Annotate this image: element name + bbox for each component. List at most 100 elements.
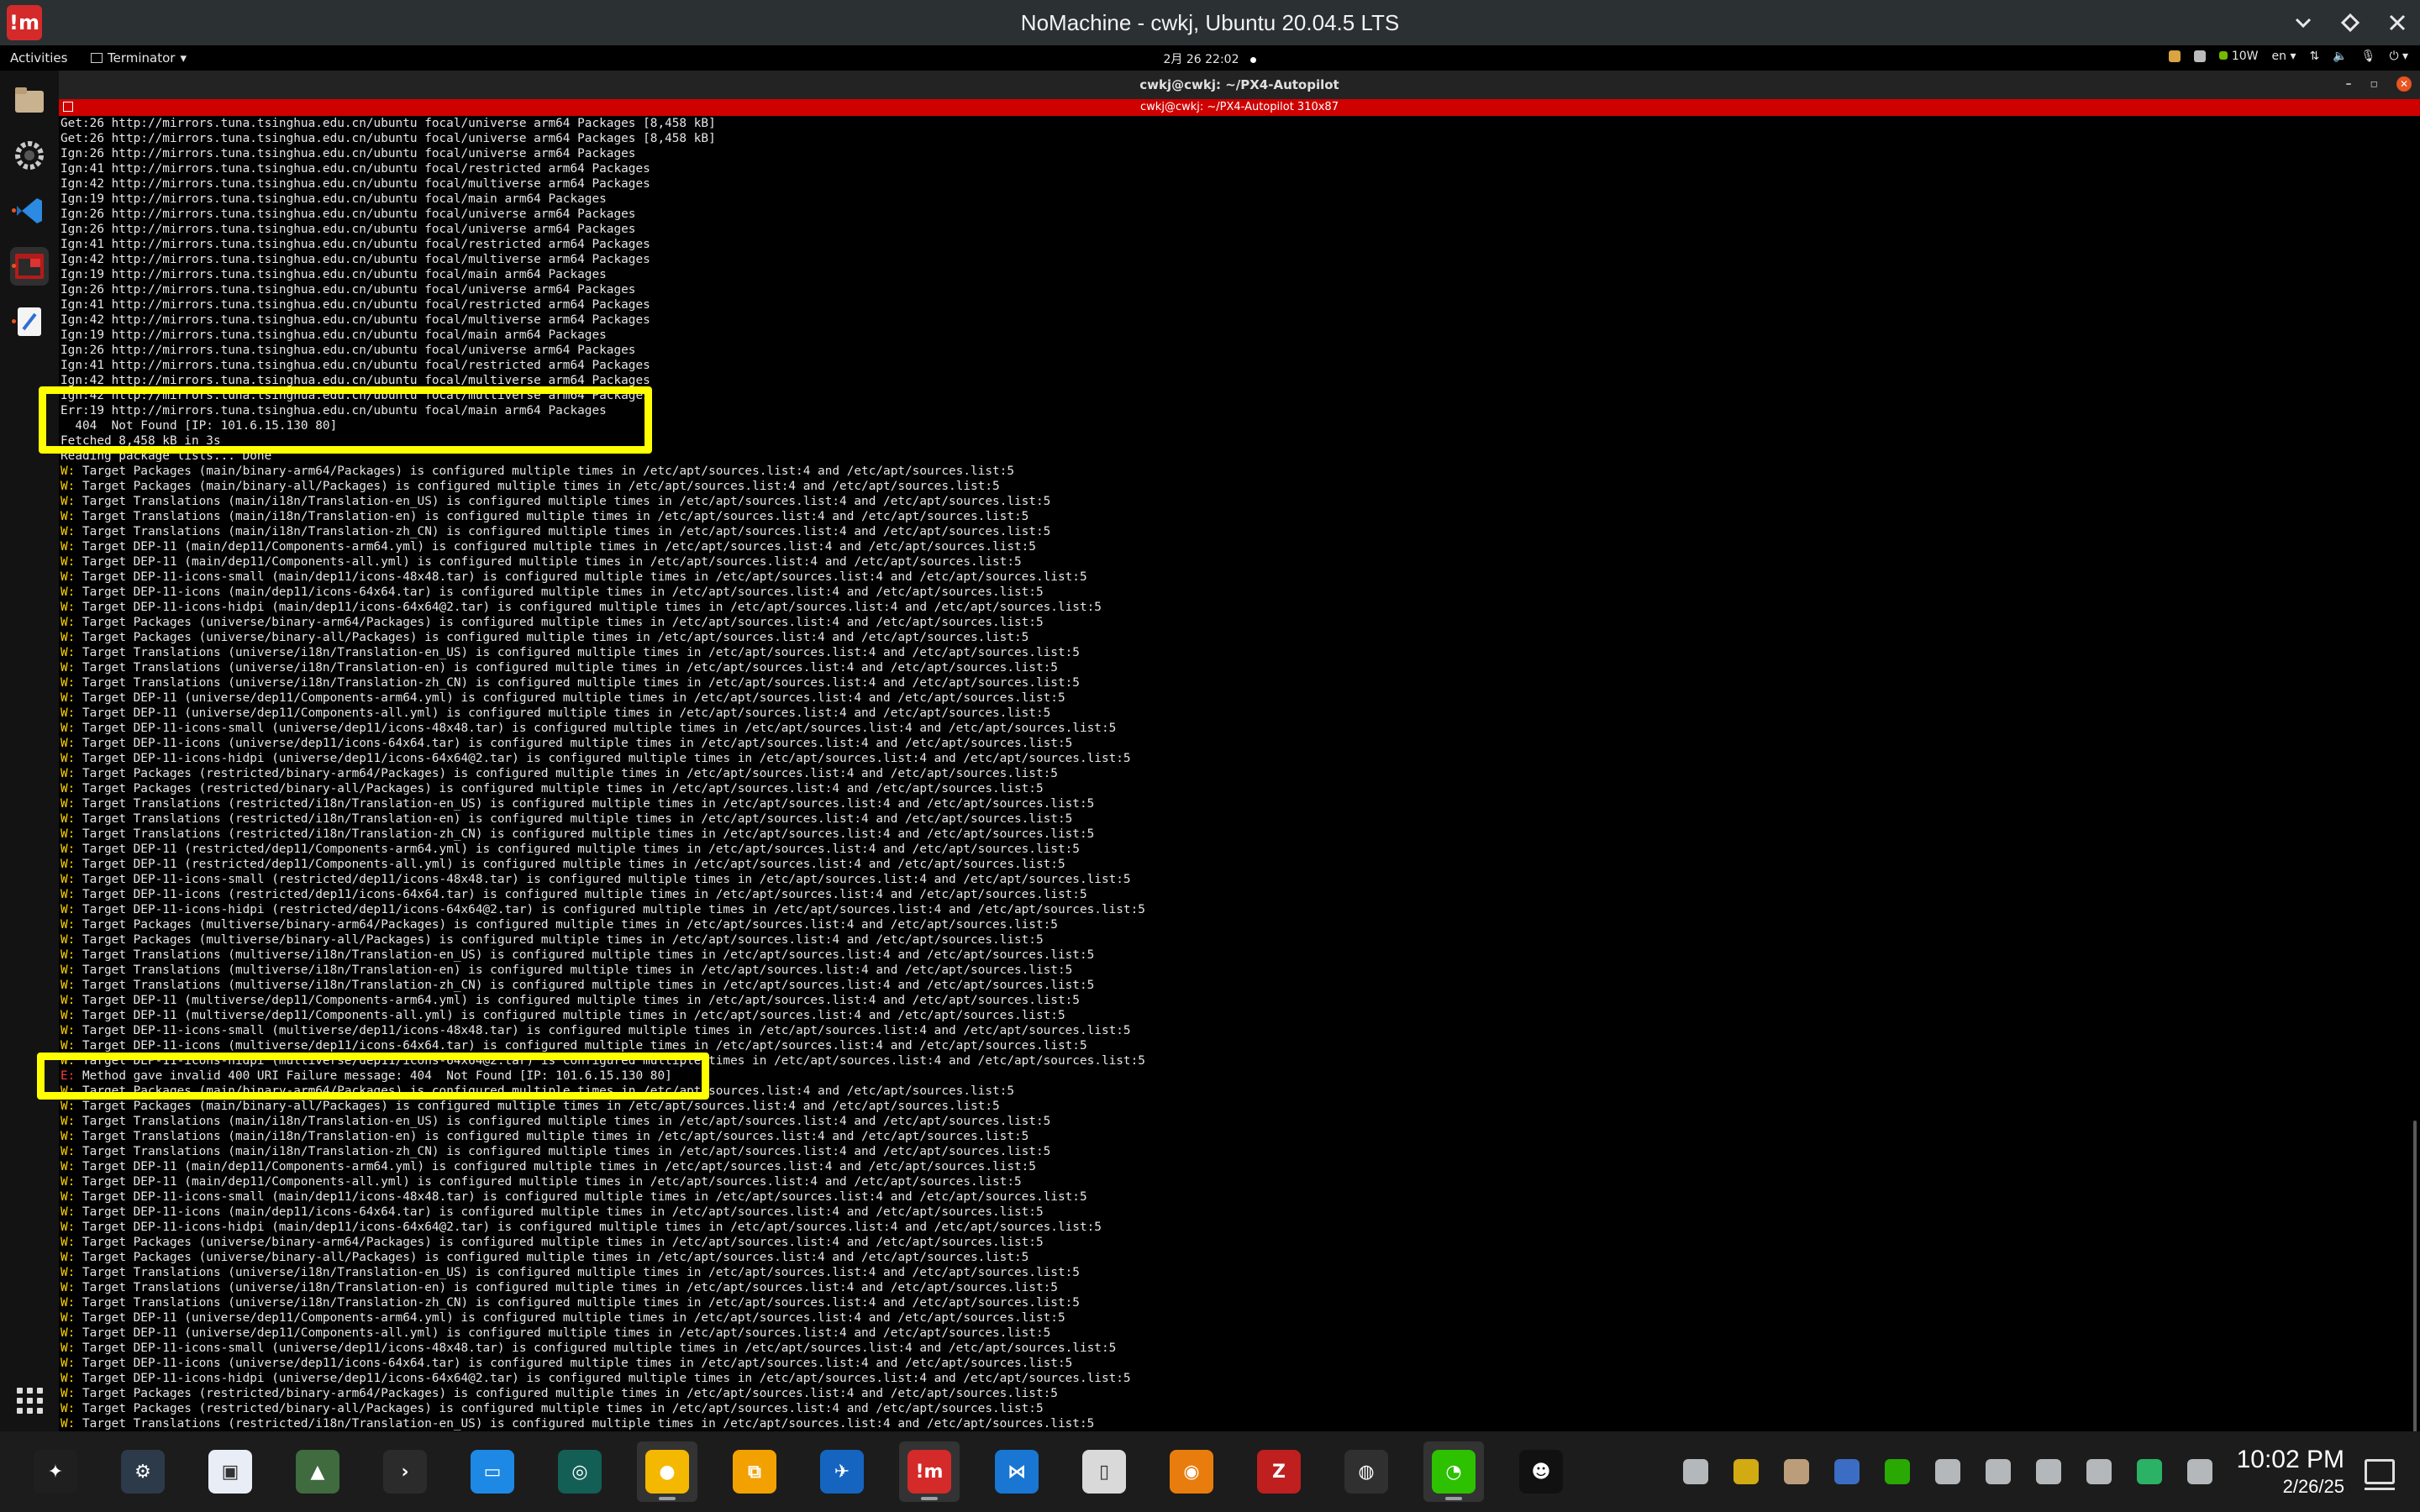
network-icon[interactable]: ⇅ [2309, 50, 2319, 63]
nomachine-window-controls [2289, 8, 2412, 37]
feishu-taskbar-button[interactable]: ✈ [812, 1441, 872, 1502]
warning-prefix: W: [60, 1130, 82, 1143]
terminal-line: W: Target Translations (main/i18n/Transl… [60, 524, 2420, 539]
wifi-icon[interactable] [2074, 1446, 2124, 1497]
terminal-line: W: Target Translations (universe/i18n/Tr… [60, 1280, 2420, 1295]
file-explorer-taskbar-button[interactable]: ▭ [462, 1441, 523, 1502]
maximize-icon[interactable]: ▫ [2370, 77, 2379, 91]
terminal-line: Ign:26 http://mirrors.tuna.tsinghua.edu.… [60, 282, 2420, 297]
terminal-line: W: Target DEP-11-icons (main/dep11/icons… [60, 585, 2420, 600]
warning-prefix: W: [60, 1372, 82, 1385]
remote-app-taskbar-button[interactable]: ⧉ [724, 1441, 785, 1502]
terminal-line: W: Target DEP-11-icons (universe/dep11/i… [60, 1356, 2420, 1371]
warning-prefix: W: [60, 540, 82, 554]
warning-prefix: W: [60, 495, 82, 508]
fullscreen-diamond-icon[interactable] [2336, 8, 2365, 37]
chevron-down-icon[interactable] [2289, 8, 2317, 37]
gpu-indicator[interactable]: 10W [2219, 50, 2259, 63]
chevron-up-icon[interactable] [2175, 1446, 2225, 1497]
terminal-line: W: Target DEP-11 (universe/dep11/Compone… [60, 706, 2420, 721]
terminal-line-text: Target DEP-11 (main/dep11/Components-arm… [82, 540, 1036, 554]
terminal-line-text: Target Translations (main/i18n/Translati… [82, 1130, 1029, 1143]
terminal-line-text: Target DEP-11 (multiverse/dep11/Componen… [82, 994, 1080, 1007]
warning-prefix: W: [60, 827, 82, 841]
terminal-line: Get:26 http://mirrors.tuna.tsinghua.edu.… [60, 116, 2420, 131]
minimize-icon[interactable]: – [2346, 77, 2352, 91]
microphone-icon[interactable]: 🎙 [2361, 50, 2376, 63]
terminal-line-text: Target DEP-11-icons (main/dep11/icons-64… [82, 1205, 1044, 1219]
terminal-line-text: Target DEP-11-icons-small (restricted/de… [82, 873, 1131, 886]
bluetooth-icon[interactable] [2023, 1446, 2074, 1497]
cat-tray-icon[interactable] [1771, 1446, 1822, 1497]
warning-prefix: W: [60, 1251, 82, 1264]
close-icon[interactable]: ✕ [2396, 76, 2412, 92]
terminal-line: W: Target DEP-11-icons-small (universe/d… [60, 721, 2420, 736]
terminal-line-text: Target DEP-11-icons (restricted/dep11/ic… [82, 888, 1087, 901]
settings-app-taskbar-button[interactable]: ⚙ [113, 1441, 173, 1502]
volume-muted-icon-glyph [1985, 1459, 2011, 1484]
notification-bell-icon[interactable] [1670, 1446, 1721, 1497]
settings-dock-item[interactable] [10, 136, 49, 175]
input-method-icon[interactable] [1923, 1446, 1973, 1497]
terminal-line-text: Target DEP-11-icons-hidpi (universe/dep1… [82, 1372, 1131, 1385]
terminal-line-text: Target Translations (restricted/i18n/Tra… [82, 1417, 1095, 1431]
terminal-line: W: Target Translations (universe/i18n/Tr… [60, 645, 2420, 660]
warning-prefix: W: [60, 1402, 82, 1415]
indicator-app-icon[interactable] [2169, 50, 2181, 62]
show-applications-button[interactable] [10, 1381, 49, 1420]
power-icon[interactable]: ⏻ ▾ [2389, 50, 2408, 63]
colorful-tray-icon[interactable] [1822, 1446, 1872, 1497]
terminal-line: W: Target Packages (universe/binary-arm6… [60, 615, 2420, 630]
wifi-icon-glyph [2086, 1459, 2112, 1484]
close-icon[interactable] [2383, 8, 2412, 37]
qq-taskbar-button[interactable]: ☻ [1511, 1441, 1571, 1502]
filezilla-taskbar-button[interactable]: Z [1249, 1441, 1309, 1502]
language-indicator[interactable]: en ▾ [2272, 50, 2296, 63]
terminal-line-text: Target Packages (multiverse/binary-all/P… [82, 933, 1044, 947]
warning-prefix: W: [60, 767, 82, 780]
terminator-titlebar[interactable]: cwkj@cwkj: ~/PX4-Autopilot – ▫ ✕ [59, 71, 2420, 99]
terminal-line-text: Ign:19 http://mirrors.tuna.tsinghua.edu.… [60, 328, 607, 342]
terminal-app-taskbar-button[interactable]: › [375, 1441, 435, 1502]
nomachine-taskbar-button[interactable]: !m [899, 1441, 960, 1502]
terminal-line-text: Target Translations (main/i18n/Translati… [82, 1145, 1051, 1158]
vscode-dock-item[interactable] [10, 192, 49, 230]
terminal-line-text: Target Packages (universe/binary-all/Pac… [82, 1251, 1029, 1264]
terminal-scrollbar[interactable] [2413, 1121, 2417, 1440]
warning-prefix: W: [60, 601, 82, 614]
indicator-grid-icon[interactable] [2194, 50, 2207, 62]
terminal-line-text: Target DEP-11 (universe/dep11/Components… [82, 1311, 1065, 1325]
start-taskbar-button[interactable]: ✦ [25, 1441, 86, 1502]
terminal-line: W: Target Translations (restricted/i18n/… [60, 811, 2420, 827]
chrome-taskbar-button[interactable]: ● [637, 1441, 697, 1502]
terminal-line-text: Target DEP-11 (universe/dep11/Components… [82, 706, 1051, 720]
gnome-clock[interactable]: 2月 26 22:02 [0, 50, 2420, 67]
volume-muted-icon[interactable] [1973, 1446, 2023, 1497]
terminal-line-text: Target DEP-11 (main/dep11/Components-all… [82, 555, 1022, 569]
wechat-tray-icon[interactable] [1872, 1446, 1923, 1497]
volume-icon[interactable]: 🔈 [2333, 50, 2347, 63]
text-editor-dock-item[interactable] [10, 302, 49, 341]
obs-taskbar-button[interactable]: ◍ [1336, 1441, 1397, 1502]
photos-app-taskbar-button[interactable]: ▲ [287, 1441, 348, 1502]
warning-prefix: W: [60, 722, 82, 735]
terminator-dock-item[interactable] [10, 247, 49, 286]
show-desktop-icon[interactable] [2365, 1459, 2395, 1490]
terminal-line: W: Target Translations (universe/i18n/Tr… [60, 1265, 2420, 1280]
notes-app-taskbar-button[interactable]: ▣ [200, 1441, 260, 1502]
circle-app-taskbar-button[interactable]: ◎ [550, 1441, 610, 1502]
wechat-taskbar-button[interactable]: ◔ [1423, 1441, 1484, 1502]
terminal-output[interactable]: Get:26 http://mirrors.tuna.tsinghua.edu.… [59, 116, 2420, 1431]
vscode-taskbar-button[interactable]: ⋈ [986, 1441, 1047, 1502]
battery-icon-glyph [2136, 1459, 2162, 1484]
battery-icon[interactable] [2124, 1446, 2175, 1497]
taskbar-clock[interactable]: 10:02 PM 2/26/25 [2237, 1446, 2344, 1498]
blender-taskbar-button[interactable]: ◉ [1161, 1441, 1222, 1502]
files-dock-item[interactable] [10, 81, 49, 119]
terminal-tab-bar[interactable]: cwkj@cwkj: ~/PX4-Autopilot 310x87 [59, 99, 2420, 116]
warning-prefix: W: [60, 706, 82, 720]
qq-tray-icon[interactable] [1721, 1446, 1771, 1497]
document-taskbar-button[interactable]: ▯ [1074, 1441, 1134, 1502]
taskbar-date: 2/26/25 [2282, 1476, 2344, 1497]
warning-prefix: W: [60, 555, 82, 569]
